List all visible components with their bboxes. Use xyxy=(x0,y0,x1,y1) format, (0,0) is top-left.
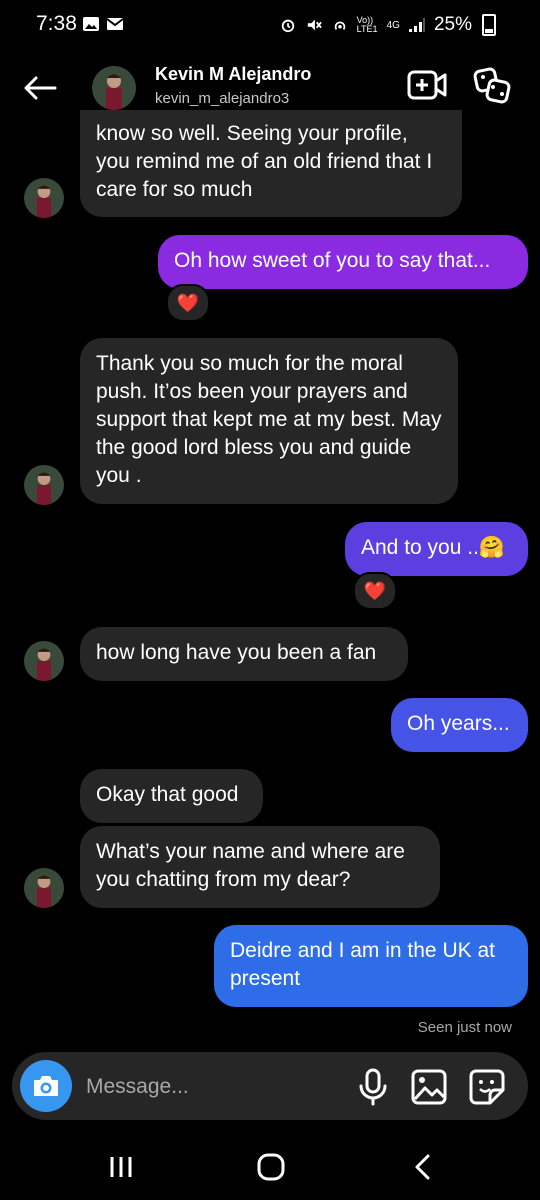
message-outgoing[interactable]: And to you ..🤗 xyxy=(345,522,528,576)
microphone-icon xyxy=(359,1068,387,1106)
home-button[interactable] xyxy=(256,1152,286,1182)
camera-icon xyxy=(34,1076,58,1096)
home-icon xyxy=(257,1153,285,1181)
message-incoming[interactable]: how long have you been a fan xyxy=(80,627,408,681)
message-text: know so well. Seeing your profile, you r… xyxy=(96,122,433,201)
sender-avatar[interactable] xyxy=(24,868,64,908)
status-time: 7:38 xyxy=(36,12,77,35)
sender-avatar[interactable] xyxy=(24,641,64,681)
sticker-icon xyxy=(469,1069,505,1105)
message-outgoing[interactable]: Oh how sweet of you to say that... xyxy=(158,235,528,289)
recents-icon xyxy=(110,1157,132,1177)
video-call-icon xyxy=(407,70,447,100)
message-incoming[interactable]: What’s your name and where are you chatt… xyxy=(80,826,440,908)
gallery-notification-icon xyxy=(83,17,99,31)
header-avatar[interactable] xyxy=(92,66,136,110)
sender-avatar[interactable] xyxy=(24,465,64,505)
signal-icon xyxy=(408,18,425,32)
message-text: Deidre and I am in the UK at present xyxy=(230,939,495,990)
battery-icon xyxy=(482,14,496,36)
mute-icon xyxy=(307,19,322,31)
network-label: Vo)) LTE1 xyxy=(356,15,378,34)
message-text: What’s your name and where are you chatt… xyxy=(96,840,405,891)
message-outgoing[interactable]: Deidre and I am in the UK at present xyxy=(214,925,528,1007)
message-text: Okay that good xyxy=(96,783,239,806)
message-text: And to you ..🤗 xyxy=(361,536,506,559)
sender-avatar[interactable] xyxy=(24,178,64,218)
message-text: how long have you been a fan xyxy=(96,641,377,664)
network-type: 4G xyxy=(386,19,400,31)
contact-name[interactable]: Kevin M Alejandro xyxy=(155,64,311,85)
message-incoming[interactable]: Thank you so much for the moral push. It… xyxy=(80,338,458,504)
notification-icons xyxy=(82,16,124,32)
heart-reaction[interactable]: ❤️ xyxy=(353,572,397,610)
message-text: Oh how sweet of you to say that... xyxy=(174,249,491,272)
hotspot-icon xyxy=(334,21,345,30)
gallery-icon xyxy=(411,1069,447,1105)
microphone-button[interactable] xyxy=(356,1068,390,1106)
back-icon xyxy=(415,1154,430,1180)
nav-back-button[interactable] xyxy=(410,1152,436,1182)
mail-notification-icon xyxy=(106,18,124,30)
message-text: Oh years... xyxy=(407,712,510,735)
seen-status: Seen just now xyxy=(417,1019,512,1036)
back-button[interactable] xyxy=(20,70,60,106)
recents-button[interactable] xyxy=(108,1154,134,1180)
games-button[interactable] xyxy=(472,66,514,106)
gallery-button[interactable] xyxy=(410,1068,448,1106)
message-outgoing[interactable]: Oh years... xyxy=(391,698,528,752)
message-incoming[interactable]: Okay that good xyxy=(80,769,263,823)
message-text: Thank you so much for the moral push. It… xyxy=(96,352,442,487)
camera-button[interactable] xyxy=(20,1060,72,1112)
back-arrow-icon xyxy=(24,76,57,100)
battery-percent: 25% xyxy=(433,14,472,35)
video-call-button[interactable] xyxy=(406,68,448,104)
message-incoming[interactable]: know so well. Seeing your profile, you r… xyxy=(80,110,462,217)
status-right: Vo)) LTE1 4G 25% xyxy=(279,14,496,36)
heart-reaction[interactable]: ❤️ xyxy=(166,284,210,322)
alarm-icon xyxy=(281,19,294,33)
contact-handle[interactable]: kevin_m_alejandro3 xyxy=(155,90,289,107)
sticker-button[interactable] xyxy=(468,1068,506,1106)
message-input[interactable] xyxy=(86,1070,346,1104)
games-icon xyxy=(473,67,511,104)
